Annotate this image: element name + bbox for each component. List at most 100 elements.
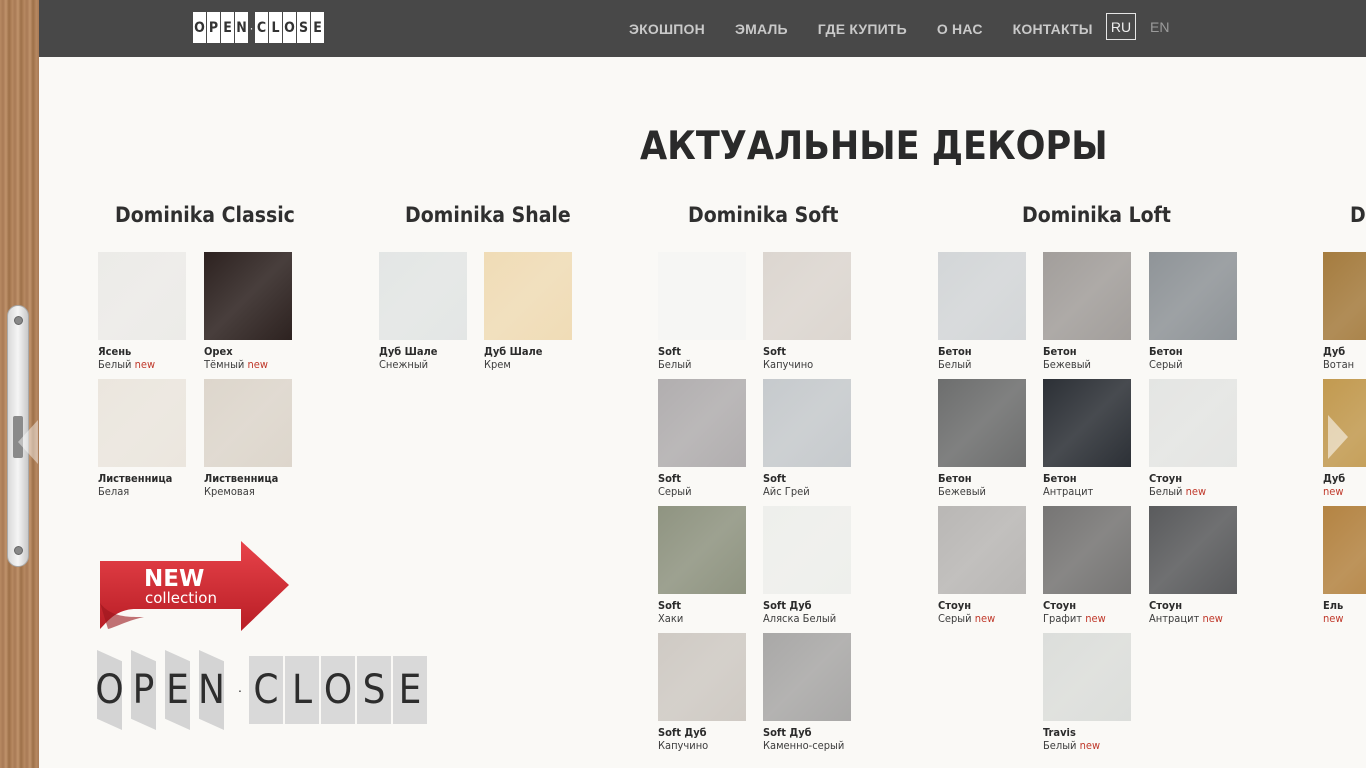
swatch-texture[interactable] [98, 379, 186, 467]
nav-contacts[interactable]: КОНТАКТЫ [1013, 21, 1093, 37]
decor-swatch[interactable]: Travis Белый new [1043, 633, 1131, 752]
swatch-name: Soft Дуб [763, 726, 812, 739]
slider-next-arrow-icon[interactable] [1328, 415, 1348, 459]
decor-swatch[interactable]: Дуб Шале Снежный [379, 252, 467, 371]
swatch-texture[interactable] [1043, 252, 1131, 340]
decor-swatch[interactable]: Стоун Белый new [1149, 379, 1237, 498]
swatch-texture[interactable] [1043, 379, 1131, 467]
swatch-color-name: Тёмный [204, 358, 245, 371]
decor-swatch[interactable]: Soft Дуб Аляска Белый [763, 506, 851, 625]
swatch-name: Бетон [1043, 345, 1077, 358]
swatch-subtitle: Кремовая [204, 485, 292, 498]
swatch-name: Дуб [1323, 472, 1346, 485]
swatch-subtitle: Вотан [1323, 358, 1366, 371]
nav-where-to-buy[interactable]: ГДЕ КУПИТЬ [818, 21, 907, 37]
swatch-texture[interactable] [658, 252, 746, 340]
swatch-subtitle: Бежевый [1043, 358, 1131, 371]
swatch-texture[interactable] [484, 252, 572, 340]
swatch-color-name: Белый [1043, 739, 1077, 752]
swatch-texture[interactable] [1323, 506, 1366, 594]
swatch-color-name: Крем [484, 358, 511, 371]
decor-swatch[interactable]: Лиственница Белая [98, 379, 186, 498]
decor-swatch[interactable]: Soft Серый [658, 379, 746, 498]
new-label: new [1323, 485, 1344, 498]
decor-swatch[interactable]: Стоун Антрацит new [1149, 506, 1237, 625]
swatch-texture[interactable] [658, 633, 746, 721]
swatch-texture[interactable] [763, 506, 851, 594]
swatch-texture[interactable] [938, 506, 1026, 594]
swatch-color-name: Хаки [658, 612, 684, 625]
decor-swatch[interactable]: Soft Капучино [763, 252, 851, 371]
swatch-texture[interactable] [763, 633, 851, 721]
swatch-texture[interactable] [1149, 379, 1237, 467]
swatch-color-name: Капучино [763, 358, 814, 371]
decor-swatch[interactable]: Soft Дуб Капучино [658, 633, 746, 752]
new-collection-badge[interactable]: NEW collection [96, 541, 291, 631]
swatch-name: Бетон [938, 472, 972, 485]
collection-title: Dominika Classic [115, 203, 295, 227]
big-brand-logo: O P E N · C L O S E [97, 645, 429, 735]
swatch-texture[interactable] [204, 379, 292, 467]
nav-emal[interactable]: ЭМАЛЬ [735, 21, 788, 37]
decor-swatch[interactable]: Бетон Бежевый [1043, 252, 1131, 371]
decor-swatch[interactable]: Орех Тёмный new [204, 252, 292, 371]
swatch-name: Дуб Шале [379, 345, 438, 358]
decor-swatch[interactable]: Дуб Шале Крем [484, 252, 572, 371]
decor-swatch[interactable]: Soft Дуб Каменно-серый [763, 633, 851, 752]
lang-ru-button[interactable]: RU [1106, 13, 1136, 40]
decor-swatch[interactable]: Soft Айс Грей [763, 379, 851, 498]
logo-separator: · [249, 20, 254, 35]
slider-prev-arrow-icon[interactable] [18, 420, 38, 464]
swatch-name: Лиственница [204, 472, 279, 485]
nav-ecoshpon[interactable]: ЭКОШПОН [629, 21, 705, 37]
swatch-texture[interactable] [1043, 506, 1131, 594]
swatch-texture[interactable] [1043, 633, 1131, 721]
decor-swatch[interactable]: Бетон Антрацит [1043, 379, 1131, 498]
decor-swatch[interactable]: Стоун Серый new [938, 506, 1026, 625]
swatch-subtitle: Каменно-серый [763, 739, 851, 752]
swatch-texture[interactable] [763, 379, 851, 467]
swatch-texture[interactable] [658, 506, 746, 594]
decor-swatch[interactable]: Ель new [1323, 506, 1366, 625]
swatch-color-name: Капучино [658, 739, 709, 752]
handle-screw-icon [14, 316, 23, 325]
decor-swatch[interactable]: Soft Хаки [658, 506, 746, 625]
swatch-name: Soft [658, 599, 681, 612]
swatch-name: Soft [763, 345, 786, 358]
site-logo[interactable]: O P E N · C L O S E [193, 11, 324, 44]
decor-swatch[interactable]: Бетон Бежевый [938, 379, 1026, 498]
decor-swatch[interactable]: Стоун Графит new [1043, 506, 1131, 625]
swatch-texture[interactable] [204, 252, 292, 340]
decor-swatch[interactable]: Soft Белый [658, 252, 746, 371]
swatch-color-name: Вотан [1323, 358, 1355, 371]
swatch-texture[interactable] [1149, 506, 1237, 594]
swatch-texture[interactable] [938, 379, 1026, 467]
logo-letter: E [221, 12, 234, 43]
decor-swatch[interactable]: Бетон Белый [938, 252, 1026, 371]
decor-swatch[interactable]: Бетон Серый [1149, 252, 1237, 371]
swatch-texture[interactable] [1149, 252, 1237, 340]
swatch-texture[interactable] [98, 252, 186, 340]
swatch-texture[interactable] [379, 252, 467, 340]
swatch-color-name: Белый [658, 358, 692, 371]
swatch-texture[interactable] [763, 252, 851, 340]
new-label: new [974, 612, 996, 625]
swatch-name: Дуб Шале [484, 345, 543, 358]
swatch-texture[interactable] [1323, 252, 1366, 340]
swatch-texture[interactable] [658, 379, 746, 467]
new-label: new [1185, 485, 1207, 498]
lang-en-button[interactable]: EN [1150, 19, 1169, 35]
decor-swatch[interactable]: Дуб Вотан [1323, 252, 1366, 371]
swatch-subtitle: Белый [938, 358, 1026, 371]
site-header: O P E N · C L O S E ЭКОШПОН ЭМАЛЬ ГДЕ КУ… [39, 0, 1366, 57]
nav-about[interactable]: О НАС [937, 21, 983, 37]
decor-swatch[interactable]: Лиственница Кремовая [204, 379, 292, 498]
swatch-name: Ясень [98, 345, 132, 358]
logo-letter: N [199, 650, 224, 730]
decor-swatch[interactable]: Ясень Белый new [98, 252, 186, 371]
swatch-color-name: Снежный [379, 358, 429, 371]
logo-letter: C [255, 12, 268, 43]
swatch-texture[interactable] [938, 252, 1026, 340]
logo-letter: S [297, 12, 310, 43]
new-label: new [1079, 739, 1101, 752]
